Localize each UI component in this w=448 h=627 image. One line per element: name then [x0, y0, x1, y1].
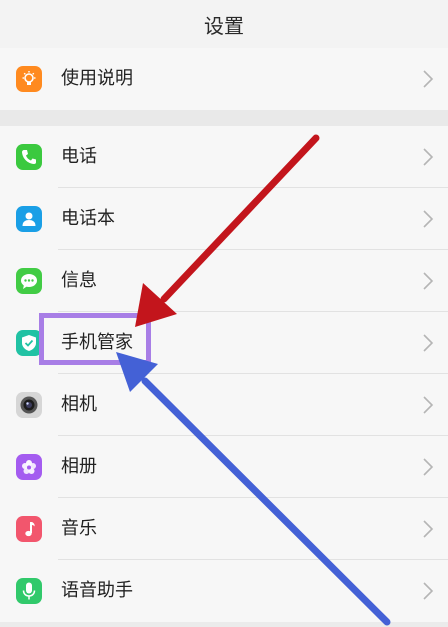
settings-item-label: 语音助手: [61, 580, 133, 601]
highlight-box: [39, 313, 151, 365]
settings-item-label: 使用说明: [61, 68, 133, 89]
settings-item-gallery[interactable]: 相册: [0, 436, 448, 498]
settings-item-label: 电话本: [61, 208, 115, 229]
chevron-right-icon: [423, 458, 434, 476]
settings-item-label: 电话: [61, 146, 97, 167]
settings-item-label: 信息: [61, 270, 97, 291]
settings-item-usage-guide[interactable]: 使用说明: [0, 48, 448, 110]
chevron-right-icon: [423, 396, 434, 414]
chevron-right-icon: [423, 70, 434, 88]
settings-item-phone[interactable]: 电话: [0, 126, 448, 188]
phone-icon: [16, 144, 42, 170]
lightbulb-icon: [16, 66, 42, 92]
settings-item-camera[interactable]: 相机: [0, 374, 448, 436]
settings-item-messages[interactable]: 信息: [0, 250, 448, 312]
settings-item-voice-assistant[interactable]: 语音助手: [0, 560, 448, 622]
section-divider: [0, 110, 448, 126]
microphone-icon: [16, 578, 42, 604]
settings-item-contacts[interactable]: 电话本: [0, 188, 448, 250]
chevron-right-icon: [423, 582, 434, 600]
music-icon: [16, 516, 42, 542]
chevron-right-icon: [423, 148, 434, 166]
chevron-right-icon: [423, 334, 434, 352]
settings-item-music[interactable]: 音乐: [0, 498, 448, 560]
page-title: 设置: [0, 0, 448, 48]
chevron-right-icon: [423, 520, 434, 538]
settings-item-label: 音乐: [61, 518, 97, 539]
gallery-icon: [16, 454, 42, 480]
camera-icon: [16, 392, 42, 418]
page-title-text: 设置: [204, 13, 244, 38]
settings-item-label: 相机: [61, 394, 97, 415]
chevron-right-icon: [423, 272, 434, 290]
contacts-icon: [16, 206, 42, 232]
settings-item-label: 相册: [61, 456, 97, 477]
message-icon: [16, 268, 42, 294]
chevron-right-icon: [423, 210, 434, 228]
